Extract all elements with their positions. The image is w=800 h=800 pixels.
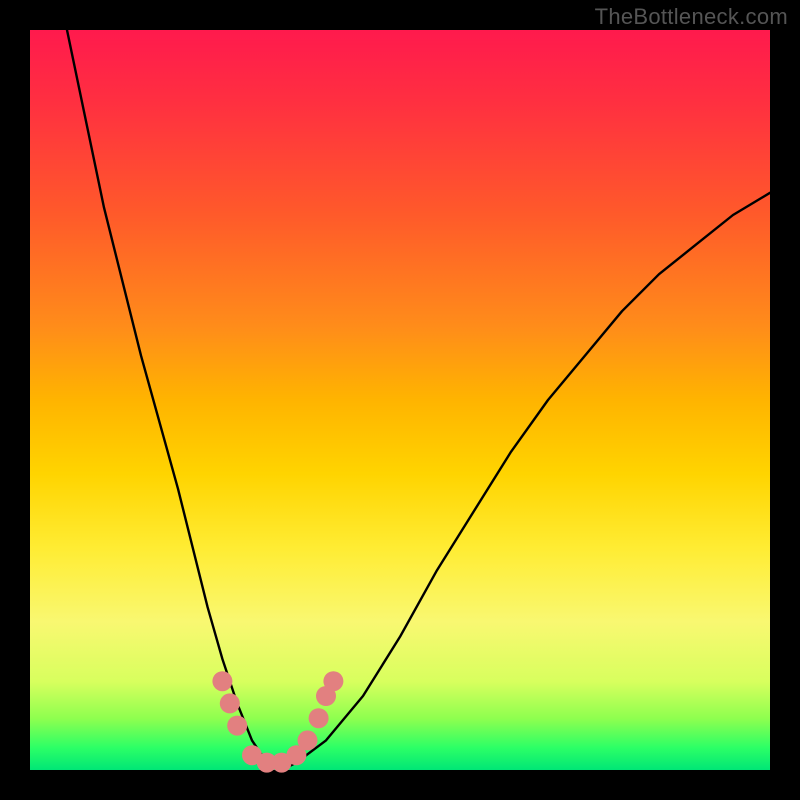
highlight-dot bbox=[298, 730, 318, 750]
curve-layer bbox=[30, 30, 770, 770]
highlight-dot bbox=[220, 693, 240, 713]
chart-frame: TheBottleneck.com bbox=[0, 0, 800, 800]
bottleneck-curve-path bbox=[67, 30, 770, 770]
highlight-dot bbox=[227, 716, 247, 736]
plot-area bbox=[30, 30, 770, 770]
highlight-dot bbox=[323, 671, 343, 691]
highlight-dot bbox=[212, 671, 232, 691]
watermark-label: TheBottleneck.com bbox=[595, 4, 788, 30]
highlight-dot bbox=[309, 708, 329, 728]
